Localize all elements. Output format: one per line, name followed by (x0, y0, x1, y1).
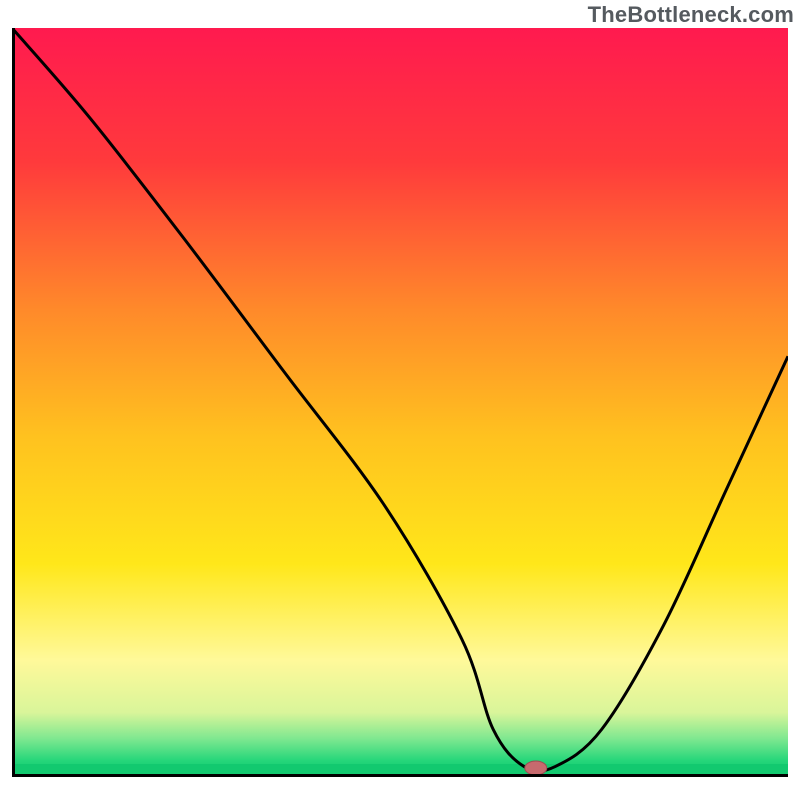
gradient-background (12, 28, 788, 772)
optimal-point-marker (525, 761, 547, 775)
chart-svg (12, 28, 788, 788)
chart-frame: TheBottleneck.com (0, 0, 800, 800)
bottom-green-band (12, 764, 788, 774)
watermark-text: TheBottleneck.com (588, 2, 794, 28)
plot-area (12, 28, 788, 788)
